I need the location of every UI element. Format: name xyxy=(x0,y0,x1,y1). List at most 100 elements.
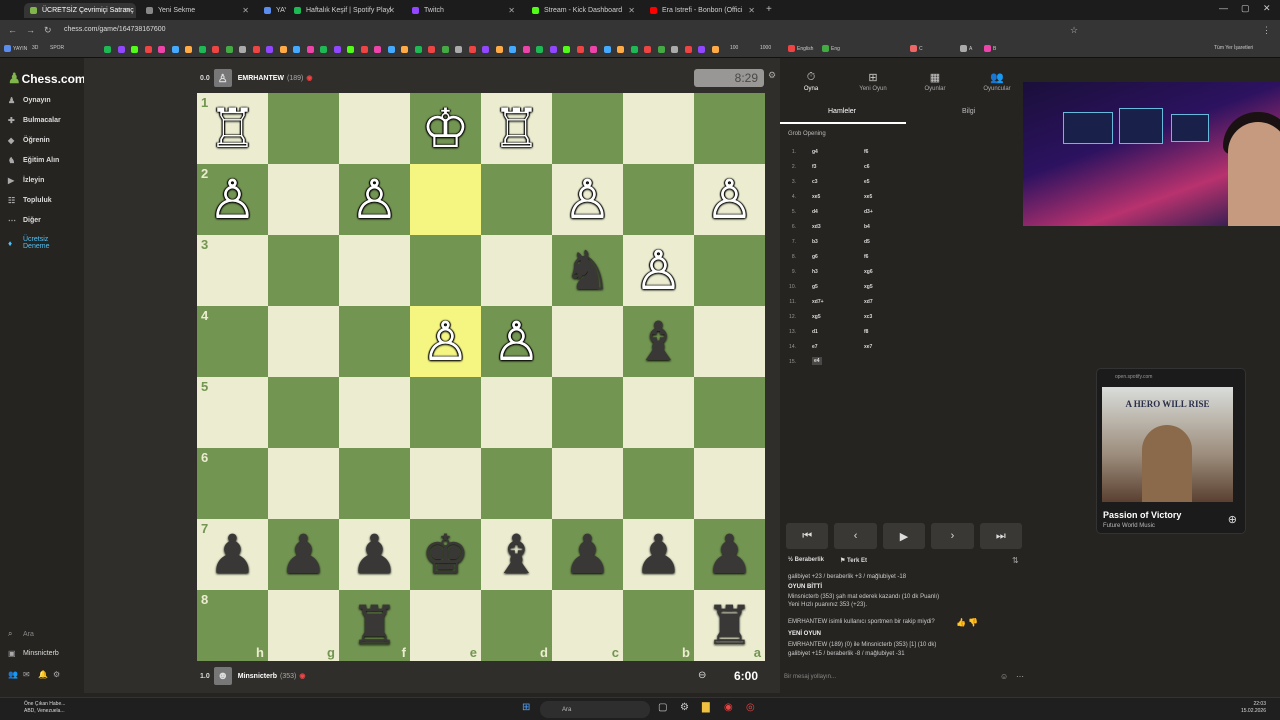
bookmark-favicon-icon[interactable] xyxy=(239,46,246,53)
square-g6[interactable] xyxy=(268,448,339,519)
bookmark-favicon-icon[interactable] xyxy=(698,46,705,53)
bookmark-english[interactable]: English xyxy=(788,45,813,52)
bookmark-favicon-icon[interactable] xyxy=(657,46,665,53)
bookmark-favicon-icon[interactable] xyxy=(630,46,638,53)
tab-close-icon[interactable]: ✕ xyxy=(124,6,131,15)
sidebar-user[interactable]: ▣ Minsnicterb xyxy=(8,649,59,658)
bookmark-favicon-icon[interactable] xyxy=(266,46,273,53)
bookmark-c[interactable]: C xyxy=(910,45,923,52)
white-move[interactable]: g6 xyxy=(812,254,818,260)
white-move[interactable]: b3 xyxy=(812,239,818,245)
bookmark-100[interactable]: 100 xyxy=(730,45,738,51)
bookmark-favicon-icon[interactable] xyxy=(306,46,314,53)
white-move[interactable]: f3 xyxy=(812,164,816,170)
chat-input[interactable]: Bir mesaj yollayın... xyxy=(784,674,836,680)
square-g4[interactable] xyxy=(268,306,339,377)
square-d3[interactable] xyxy=(481,235,552,306)
sidebar-search[interactable]: ⌕ Ara xyxy=(8,629,34,639)
square-b1[interactable] xyxy=(623,93,694,164)
square-c4[interactable] xyxy=(552,306,623,377)
bookmark-favicon-icon[interactable] xyxy=(711,46,719,53)
bookmark-favicon-icon[interactable] xyxy=(671,46,678,53)
bookmark-favicon-icon[interactable] xyxy=(374,46,381,53)
square-h3[interactable]: 3 xyxy=(197,235,268,306)
bookmark-favicon-icon[interactable] xyxy=(684,46,692,53)
taskview-icon[interactable]: ▢ xyxy=(658,702,667,713)
bookmark-b[interactable]: B xyxy=(984,45,996,52)
black-piece-d7[interactable]: ♝ xyxy=(481,519,552,590)
chrome-icon[interactable]: ◉ xyxy=(724,702,733,713)
black-piece-h7[interactable]: ♟ xyxy=(197,519,268,590)
black-piece-f7[interactable]: ♟ xyxy=(339,519,410,590)
black-move[interactable]: f8 xyxy=(864,329,868,335)
browser-tab[interactable]: ÜCRETSİZ Çevrimiçi Satranç Oy ✕ xyxy=(24,3,136,18)
bookmark-favicon-icon[interactable] xyxy=(293,46,300,53)
bookmark-yayin[interactable]: YAYIN xyxy=(4,45,27,52)
white-piece-h2[interactable]: ♙ xyxy=(197,164,268,235)
tab-oyunlar[interactable]: ▦ Oyunlar xyxy=(904,71,966,92)
board-settings-icon[interactable]: ⚙ xyxy=(768,70,776,81)
bookmark-favicon-icon[interactable] xyxy=(252,46,260,53)
browser-tab[interactable]: Yeni Sekme ✕ xyxy=(140,3,254,18)
sidebar-item-6[interactable]: ⋯ Diğer xyxy=(8,216,41,225)
sidebar-bottom-icons[interactable]: 👥 ✉ 🔔 ⚙ xyxy=(8,670,68,679)
bookmark-favicon-icon[interactable] xyxy=(468,46,476,53)
bookmark-favicon-icon[interactable] xyxy=(576,46,584,53)
browser-tab[interactable]: Stream - Kick Dashboard ✕ xyxy=(526,3,640,18)
sidebar-item-4[interactable]: ▶ İzleyin xyxy=(8,176,44,185)
bookmark-favicon-icon[interactable] xyxy=(603,46,611,53)
forward-icon[interactable]: → xyxy=(26,25,35,35)
bookmark-favicon-icon[interactable] xyxy=(455,46,462,53)
bookmark-favicon-icon[interactable] xyxy=(144,46,152,53)
white-move[interactable]: c3 xyxy=(812,179,818,185)
top-player-name[interactable]: EMRHANTEW xyxy=(238,75,284,82)
sidebar-item-2[interactable]: ◆ Öğrenin xyxy=(8,136,50,145)
tab-oyuncular[interactable]: 👥 Oyuncular xyxy=(966,71,1028,92)
next-move-button[interactable]: › xyxy=(931,523,974,549)
reload-icon[interactable]: ↻ xyxy=(44,25,52,36)
black-move[interactable]: d3+ xyxy=(864,209,873,215)
bookmark-favicon-icon[interactable] xyxy=(198,46,206,53)
square-e2[interactable] xyxy=(410,164,481,235)
browser-tab[interactable]: Twitch ✕ xyxy=(406,3,520,18)
bookmark-favicon-icon[interactable] xyxy=(495,46,503,53)
square-f3[interactable] xyxy=(339,235,410,306)
square-f6[interactable] xyxy=(339,448,410,519)
close-window-button[interactable]: ✕ xyxy=(1263,3,1271,14)
bookmark-favicon-icon[interactable] xyxy=(225,46,233,53)
bookmark-favicon-icon[interactable] xyxy=(549,46,557,53)
square-c5[interactable] xyxy=(552,377,623,448)
square-g8[interactable]: g xyxy=(268,590,339,661)
black-move[interactable]: xg6 xyxy=(864,269,873,275)
square-f5[interactable] xyxy=(339,377,410,448)
folder-icon[interactable]: ▇ xyxy=(702,702,710,713)
browser-tab[interactable]: Haftalık Keşif | Spotify Playl ✕ xyxy=(288,3,400,18)
square-b8[interactable]: b xyxy=(623,590,694,661)
windows-start-icon[interactable]: ⊞ xyxy=(522,702,530,713)
sidebar-item-0[interactable]: ♟ Oynayın xyxy=(8,96,51,105)
play-button[interactable]: ▶ xyxy=(882,523,926,549)
bottom-player-name[interactable]: Minsnicterb xyxy=(238,673,277,680)
add-icon[interactable]: ⊕ xyxy=(1228,513,1237,526)
white-piece-d4[interactable]: ♙ xyxy=(481,306,552,377)
black-piece-c3[interactable]: ♞ xyxy=(552,235,623,306)
top-player-avatar[interactable]: ♙ xyxy=(213,69,232,87)
browser-tab[interactable]: Era Istrefi - Bonbon (Offici ✕ xyxy=(644,3,760,18)
black-piece-b7[interactable]: ♟ xyxy=(623,519,694,590)
black-piece-a7[interactable]: ♟ xyxy=(694,519,765,590)
back-icon[interactable]: ← xyxy=(8,25,17,35)
bookmark-favicon-icon[interactable] xyxy=(482,46,489,53)
white-piece-h1[interactable]: ♖ xyxy=(197,93,268,164)
browser-tab[interactable]: YAYIN xyxy=(258,3,286,18)
maximize-button[interactable]: ▢ xyxy=(1241,3,1250,14)
last-move-button[interactable]: ⏭ xyxy=(979,523,1023,549)
black-piece-b4[interactable]: ♝ xyxy=(623,306,694,377)
white-move[interactable]: g4 xyxy=(812,149,818,155)
bookmark-favicon-icon[interactable] xyxy=(279,46,287,53)
track-artist[interactable]: Future World Music xyxy=(1103,523,1155,529)
sidebar-item-5[interactable]: ☷ Topluluk xyxy=(8,196,52,205)
square-a5[interactable] xyxy=(694,377,765,448)
bookmark-favicon-icon[interactable] xyxy=(171,46,179,53)
bookmark-favicon-icon[interactable] xyxy=(185,46,192,53)
black-move[interactable]: f6 xyxy=(864,254,868,260)
